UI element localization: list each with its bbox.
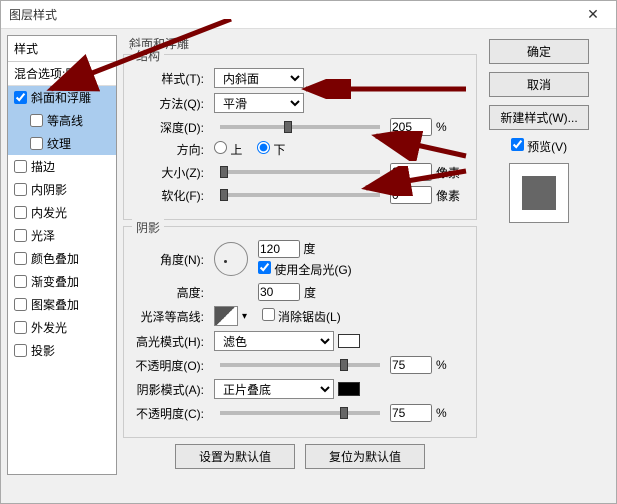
- altitude-unit: 度: [304, 284, 316, 301]
- style-item-描边[interactable]: 描边: [8, 155, 116, 178]
- antialias-check[interactable]: 消除锯齿(L): [262, 308, 341, 325]
- shadow-opacity-slider[interactable]: [220, 411, 380, 415]
- altitude-label: 高度:: [134, 284, 204, 301]
- highlight-color[interactable]: [338, 334, 360, 348]
- shading-group: 阴影 角度(N): 度 使用全局光(G) 高度: 度 光泽等高线:: [123, 226, 477, 438]
- highlight-opacity-slider[interactable]: [220, 363, 380, 367]
- size-slider[interactable]: [220, 170, 380, 174]
- soften-input[interactable]: [390, 186, 432, 204]
- highlight-mode-select[interactable]: 滤色: [214, 331, 334, 351]
- ok-button[interactable]: 确定: [489, 39, 589, 64]
- direction-label: 方向:: [134, 141, 204, 158]
- hi-op-unit: %: [436, 358, 466, 372]
- depth-label: 深度(D):: [134, 119, 204, 136]
- soften-label: 软化(F):: [134, 187, 204, 204]
- depth-unit: %: [436, 120, 466, 134]
- method-select[interactable]: 平滑: [214, 93, 304, 113]
- angle-unit: 度: [303, 242, 315, 256]
- style-item-外发光[interactable]: 外发光: [8, 316, 116, 339]
- style-item-渐变叠加[interactable]: 渐变叠加: [8, 270, 116, 293]
- preview-check[interactable]: 预览(V): [511, 138, 567, 155]
- style-item-投影[interactable]: 投影: [8, 339, 116, 362]
- shadow-opacity-label: 不透明度(C):: [134, 405, 204, 422]
- highlight-mode-label: 高光模式(H):: [134, 333, 204, 350]
- altitude-input[interactable]: [258, 283, 300, 301]
- angle-label: 角度(N):: [134, 251, 204, 268]
- style-item-内发光[interactable]: 内发光: [8, 201, 116, 224]
- sh-op-unit: %: [436, 406, 466, 420]
- angle-input[interactable]: [258, 240, 300, 258]
- size-unit: 像素: [436, 164, 466, 181]
- angle-dial[interactable]: [214, 242, 248, 276]
- global-light-check[interactable]: 使用全局光(G): [258, 261, 352, 278]
- shadow-color[interactable]: [338, 382, 360, 396]
- styles-list: 样式 混合选项:默认 斜面和浮雕等高线纹理描边内阴影内发光光泽颜色叠加渐变叠加图…: [7, 35, 117, 475]
- style-item-光泽[interactable]: 光泽: [8, 224, 116, 247]
- style-item-图案叠加[interactable]: 图案叠加: [8, 293, 116, 316]
- depth-slider[interactable]: [220, 125, 380, 129]
- set-default-button[interactable]: 设置为默认值: [175, 444, 295, 469]
- gloss-contour[interactable]: [214, 306, 238, 326]
- cancel-button[interactable]: 取消: [489, 72, 589, 97]
- styles-header: 样式: [8, 36, 116, 62]
- structure-legend: 结构: [132, 47, 164, 64]
- shadow-opacity-input[interactable]: [390, 404, 432, 422]
- shadow-mode-label: 阴影模式(A):: [134, 381, 204, 398]
- preview-box: [509, 163, 569, 223]
- style-select[interactable]: 内斜面: [214, 68, 304, 88]
- style-item-颜色叠加[interactable]: 颜色叠加: [8, 247, 116, 270]
- reset-default-button[interactable]: 复位为默认值: [305, 444, 425, 469]
- panel-title: 斜面和浮雕: [123, 35, 477, 54]
- blend-options[interactable]: 混合选项:默认: [8, 62, 116, 86]
- dir-up[interactable]: 上: [214, 141, 242, 158]
- style-item-斜面和浮雕[interactable]: 斜面和浮雕: [8, 86, 116, 109]
- highlight-opacity-input[interactable]: [390, 356, 432, 374]
- size-input[interactable]: [390, 163, 432, 181]
- dir-down[interactable]: 下: [257, 141, 285, 158]
- depth-input[interactable]: [390, 118, 432, 136]
- highlight-opacity-label: 不透明度(O):: [134, 357, 204, 374]
- soften-unit: 像素: [436, 187, 466, 204]
- style-label: 样式(T):: [134, 70, 204, 87]
- method-label: 方法(Q):: [134, 95, 204, 112]
- gloss-label: 光泽等高线:: [134, 308, 204, 325]
- close-icon[interactable]: ✕: [578, 6, 608, 23]
- style-item-等高线[interactable]: 等高线: [8, 109, 116, 132]
- new-style-button[interactable]: 新建样式(W)...: [489, 105, 589, 130]
- style-item-内阴影[interactable]: 内阴影: [8, 178, 116, 201]
- shadow-mode-select[interactable]: 正片叠底: [214, 379, 334, 399]
- size-label: 大小(Z):: [134, 164, 204, 181]
- window-title: 图层样式: [9, 6, 57, 23]
- structure-group: 结构 样式(T): 内斜面 方法(Q): 平滑 深度(D): % 方向:: [123, 54, 477, 220]
- style-item-纹理[interactable]: 纹理: [8, 132, 116, 155]
- shading-legend: 阴影: [132, 219, 164, 236]
- soften-slider[interactable]: [220, 193, 380, 197]
